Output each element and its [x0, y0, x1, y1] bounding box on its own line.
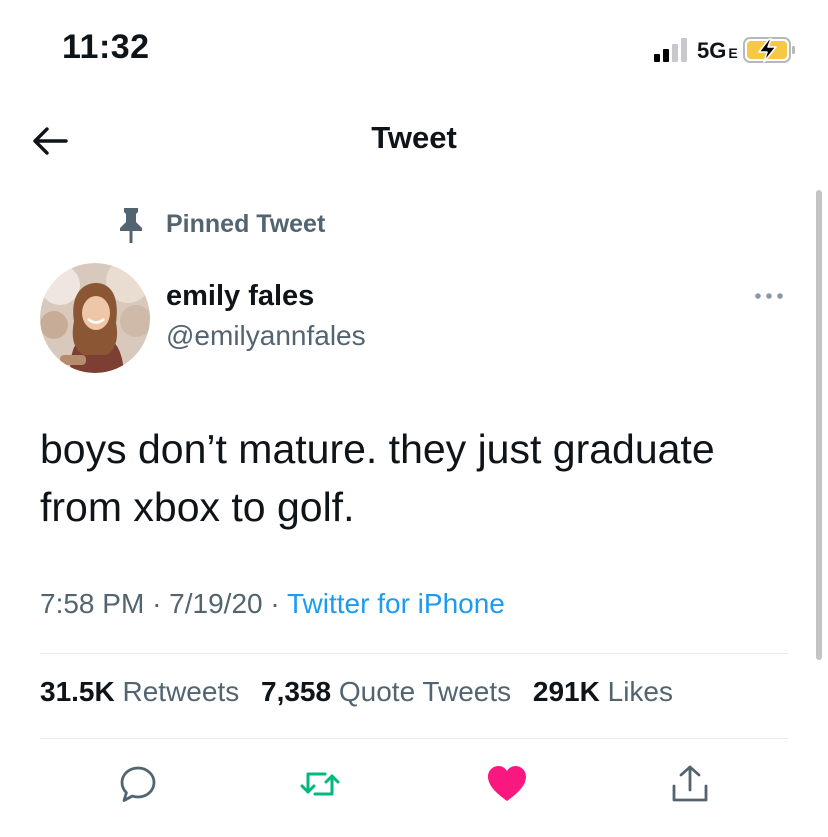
battery-charging-icon [743, 37, 795, 63]
scrollbar[interactable] [816, 190, 822, 660]
tweet-text-line: from xbox to golf. [40, 484, 355, 530]
author-handle[interactable]: @emilyannfales [166, 320, 366, 352]
retweets-count: 31.5K [40, 676, 115, 707]
tweet-stats: 31.5K Retweets 7,358 Quote Tweets 291K L… [40, 676, 687, 708]
reply-icon[interactable] [116, 762, 160, 806]
quote-tweets-count: 7,358 [261, 676, 332, 707]
pinned-tweet-label: Pinned Tweet [166, 210, 326, 238]
heart-icon[interactable] [485, 762, 529, 806]
retweets-label: Retweets [122, 676, 240, 707]
header-title: Tweet [371, 120, 457, 155]
retweets-stat[interactable]: 31.5K Retweets [40, 676, 239, 707]
tweet-date[interactable]: 7/19/20 [169, 588, 262, 619]
separator: · [270, 588, 280, 619]
quote-tweets-stat[interactable]: 7,358 Quote Tweets [261, 676, 511, 707]
network-suffix: E [728, 45, 738, 61]
network-type: 5G [697, 38, 727, 63]
tweet-text-line: boys don’t mature. they just graduate [40, 426, 715, 472]
likes-label: Likes [607, 676, 673, 707]
tweet-time[interactable]: 7:58 PM [40, 588, 144, 619]
tweet-text: boys don’t mature. they just graduate fr… [40, 420, 800, 536]
status-time: 11:32 [62, 28, 150, 66]
more-options-icon[interactable] [752, 284, 786, 308]
retweet-icon[interactable] [298, 762, 342, 806]
likes-count: 291K [532, 676, 600, 707]
tweet-meta: 7:58 PM · 7/19/20 · Twitter for iPhone [40, 588, 505, 620]
likes-stat[interactable]: 291K Likes [533, 676, 673, 707]
share-icon[interactable] [668, 762, 712, 806]
network-indicator: 5G E [697, 38, 738, 64]
tweet-source-link[interactable]: Twitter for iPhone [287, 588, 505, 619]
pin-icon [120, 208, 142, 243]
cellular-signal-icon [654, 38, 687, 62]
quote-tweets-label: Quote Tweets [338, 676, 512, 707]
separator: · [152, 588, 162, 619]
divider [40, 653, 788, 654]
avatar[interactable] [40, 263, 150, 373]
divider [40, 738, 788, 739]
author-name[interactable]: emily fales [166, 280, 314, 313]
